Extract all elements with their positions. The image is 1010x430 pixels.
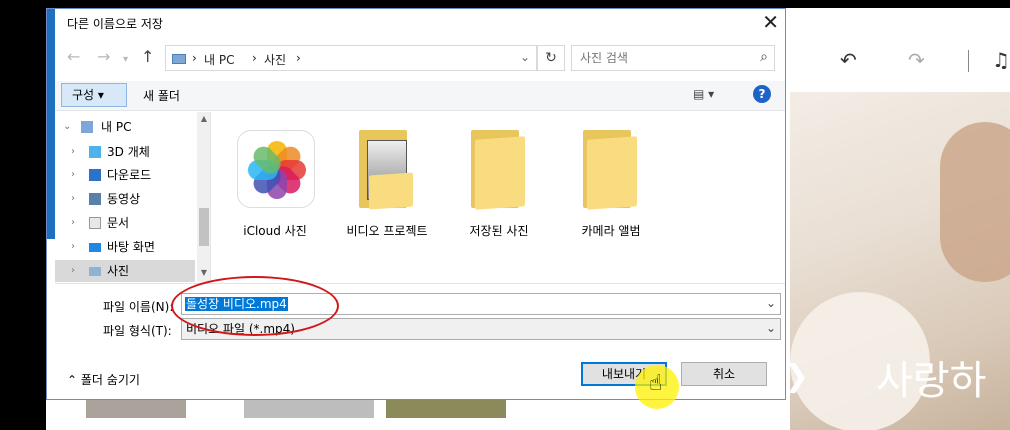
file-label: 비디오 프로젝트 [346, 224, 428, 238]
chevron-down-icon[interactable]: ⌄ [63, 116, 71, 138]
thumbnail[interactable] [86, 398, 186, 418]
document-icon [89, 217, 101, 229]
tree-label: 바탕 화면 [107, 240, 155, 254]
tree-item-pictures[interactable]: › 사진 [55, 260, 195, 282]
file-label: iCloud 사진 [243, 224, 307, 238]
folder-icon [583, 130, 639, 210]
download-icon [89, 169, 101, 181]
3d-objects-icon [89, 146, 101, 158]
new-folder-button[interactable]: 새 폴더 [143, 87, 180, 104]
music-icon[interactable]: ♫ [992, 50, 1010, 70]
breadcrumb-item[interactable]: 사진 [264, 51, 286, 68]
tree-item-3d-objects[interactable]: › 3D 개체 [55, 141, 195, 163]
chevron-right-icon[interactable]: › [71, 260, 75, 282]
thumbnail-strip [86, 398, 516, 418]
arrow-up-icon[interactable]: ↑ [141, 49, 154, 65]
photos-app-icon [237, 130, 315, 208]
desktop-icon [89, 243, 101, 252]
navigation-bar: ← → ▾ ↑ › 내 PC › 사진 › ⌄ ↻ ⌕ [55, 43, 785, 73]
folder-icon [471, 130, 527, 210]
annotation-circle [171, 276, 339, 336]
chevron-down-icon[interactable]: ⌄ [520, 50, 530, 64]
address-bar[interactable]: › 내 PC › 사진 › ⌄ [165, 45, 537, 71]
chevron-right-icon: ❯ [784, 359, 810, 394]
thumbnail[interactable] [244, 398, 374, 418]
scrollbar-thumb[interactable] [199, 208, 209, 246]
pictures-icon [172, 54, 186, 64]
hand-cursor-icon: ☝ [649, 371, 663, 396]
tree-label: 내 PC [101, 120, 132, 134]
file-label: 저장된 사진 [469, 224, 529, 238]
redo-icon[interactable]: ↷ [908, 50, 925, 70]
search-icon[interactable]: ⌕ [760, 49, 768, 65]
thumbnail[interactable] [386, 398, 506, 418]
breadcrumb-item[interactable]: 내 PC [204, 51, 234, 68]
chevron-right-icon[interactable]: › [71, 236, 75, 258]
filetype-label: 파일 형식(T): [103, 324, 172, 338]
arrow-right-icon[interactable]: → [97, 49, 110, 65]
video-icon [89, 193, 101, 205]
folder-with-photo-icon [359, 130, 415, 210]
view-options-icon[interactable]: ▤ ▾ [693, 87, 714, 101]
cancel-button[interactable]: 취소 [681, 362, 767, 386]
tree-item-downloads[interactable]: › 다운로드 [55, 164, 195, 186]
tree-label: 3D 개체 [107, 145, 150, 159]
chevron-down-icon[interactable]: ⌄ [766, 321, 776, 335]
chevron-right-icon[interactable]: › [71, 212, 75, 234]
chevron-right-icon[interactable]: › [71, 188, 75, 210]
file-item-camera-roll[interactable]: 카메라 앨범 [559, 122, 663, 242]
organize-button[interactable]: 구성 ▾ [61, 83, 127, 107]
title-bar[interactable]: 다른 이름으로 저장 ✕ [55, 9, 785, 37]
help-icon[interactable]: ? [753, 85, 771, 103]
dialog-title: 다른 이름으로 저장 [67, 17, 163, 31]
chevron-down-icon[interactable]: ▾ [123, 52, 128, 68]
tree-label: 다운로드 [107, 168, 152, 182]
file-label: 카메라 앨범 [581, 224, 641, 238]
chevron-right-icon[interactable]: › [71, 141, 75, 163]
background-toolbar: ↶ ↷ ♫ [784, 8, 1010, 92]
chevron-right-icon[interactable]: › [71, 164, 75, 186]
navigation-pane: ⌄ 내 PC › 3D 개체 › 다운로드 › 동영상 › 문서 › 바탕 화면… [55, 112, 211, 282]
tree-item-videos[interactable]: › 동영상 [55, 188, 195, 210]
search-box[interactable]: ⌕ [571, 45, 775, 71]
accent-bar [47, 9, 55, 239]
scroll-up-icon[interactable]: ▲ [197, 112, 210, 126]
divider [55, 283, 785, 284]
tree-label: 동영상 [107, 192, 141, 206]
chevron-down-icon[interactable]: ⌄ [766, 296, 776, 310]
tree-item-documents[interactable]: › 문서 [55, 212, 195, 234]
preview-caption: 사랑하 [876, 358, 987, 404]
chevron-up-icon: ⌃ [67, 373, 78, 387]
tree-item-this-pc[interactable]: ⌄ 내 PC [55, 116, 195, 138]
computer-icon [81, 121, 93, 133]
close-icon[interactable]: ✕ [762, 11, 779, 33]
toolbar-divider [968, 50, 969, 72]
command-bar: 구성 ▾ 새 폴더 ▤ ▾ ? [55, 81, 785, 111]
scroll-down-icon[interactable]: ▼ [197, 266, 210, 280]
search-input[interactable] [580, 51, 750, 65]
pictures-icon [89, 267, 101, 276]
refresh-icon[interactable]: ↻ [537, 45, 565, 71]
undo-icon[interactable]: ↶ [840, 50, 857, 70]
screen: ↶ ↷ ♫ ❯ 사랑하 다른 이름으로 저장 ✕ ← → ▾ ↑ › 내 PC [0, 0, 1010, 430]
tree-item-desktop[interactable]: › 바탕 화면 [55, 236, 195, 258]
file-item-saved-pictures[interactable]: 저장된 사진 [447, 122, 551, 242]
save-as-dialog: 다른 이름으로 저장 ✕ ← → ▾ ↑ › 내 PC › 사진 › ⌄ ↻ ⌕ [46, 8, 786, 409]
tree-scrollbar[interactable]: ▲ ▼ [197, 112, 210, 282]
hide-folders-label: 폴더 숨기기 [80, 373, 140, 387]
file-item-icloud-photos[interactable]: iCloud 사진 [223, 122, 327, 242]
hide-folders-button[interactable]: ⌃ 폴더 숨기기 [67, 371, 140, 388]
file-item-video-projects[interactable]: 비디오 프로젝트 [335, 122, 439, 242]
arrow-left-icon[interactable]: ← [67, 49, 80, 65]
filename-label: 파일 이름(N): [103, 300, 174, 314]
tree-label: 문서 [107, 216, 130, 230]
tree-label: 사진 [107, 264, 130, 278]
file-list: iCloud 사진 비디오 프로젝트 저장된 사진 카메라 앨범 [213, 112, 785, 284]
